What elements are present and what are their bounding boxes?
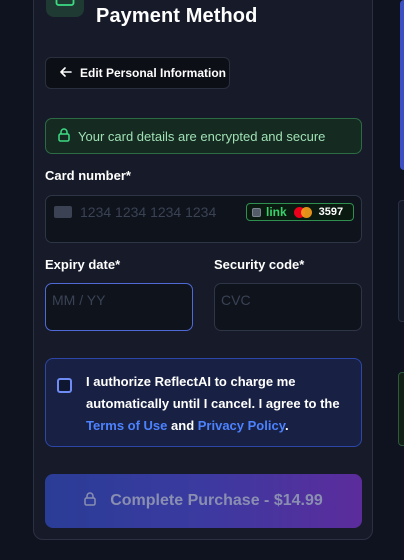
lock-icon [84,491,96,511]
complete-purchase-label: Complete Purchase - $14.99 [110,492,323,509]
background-panel-edge [398,200,404,322]
security-code-placeholder: CVC [221,292,251,308]
background-panel-edge [400,0,404,170]
link-label: link [266,205,287,219]
edit-personal-info-button[interactable]: Edit Personal Information [45,57,230,89]
page-title: Payment Method [96,5,258,27]
card-brand-icon [54,206,72,218]
link-saved-card-badge[interactable]: link 3597 [246,203,354,221]
card-icon [46,0,84,17]
authorization-text: I authorize ReflectAI to charge me autom… [86,371,351,437]
expiry-date-label: Expiry date* [45,257,121,272]
authorization-text-body: I authorize ReflectAI to charge me autom… [86,374,340,411]
security-code-label: Security code* [214,257,305,272]
expiry-date-field[interactable]: MM / YY [45,283,193,331]
secure-banner-text: Your card details are encrypted and secu… [78,128,326,144]
terms-of-use-link[interactable]: Terms of Use [86,418,167,433]
security-code-field[interactable]: CVC [214,283,362,331]
payment-card: Payment Method Edit Personal Information… [33,0,373,540]
background-panel-edge [398,372,404,446]
edit-personal-info-label: Edit Personal Information [80,66,227,80]
card-number-placeholder: 1234 1234 1234 1234 [80,204,217,220]
mastercard-icon [293,206,312,218]
saved-card-last4: 3597 [318,206,344,218]
card-number-field[interactable]: 1234 1234 1234 1234 link 3597 [45,195,362,243]
authorization-checkbox[interactable] [57,378,72,393]
arrow-left-icon [60,66,72,80]
complete-purchase-button[interactable]: Complete Purchase - $14.99 [45,474,362,528]
privacy-policy-link[interactable]: Privacy Policy [198,418,285,433]
authorization-text-period: . [284,418,289,433]
authorization-box: I authorize ReflectAI to charge me autom… [45,358,362,447]
authorization-text-and: and [167,418,198,433]
expiry-date-placeholder: MM / YY [52,292,106,308]
secure-banner: Your card details are encrypted and secu… [45,118,362,154]
link-icon [252,207,261,217]
card-number-label: Card number* [45,168,131,183]
lock-icon [58,127,70,145]
